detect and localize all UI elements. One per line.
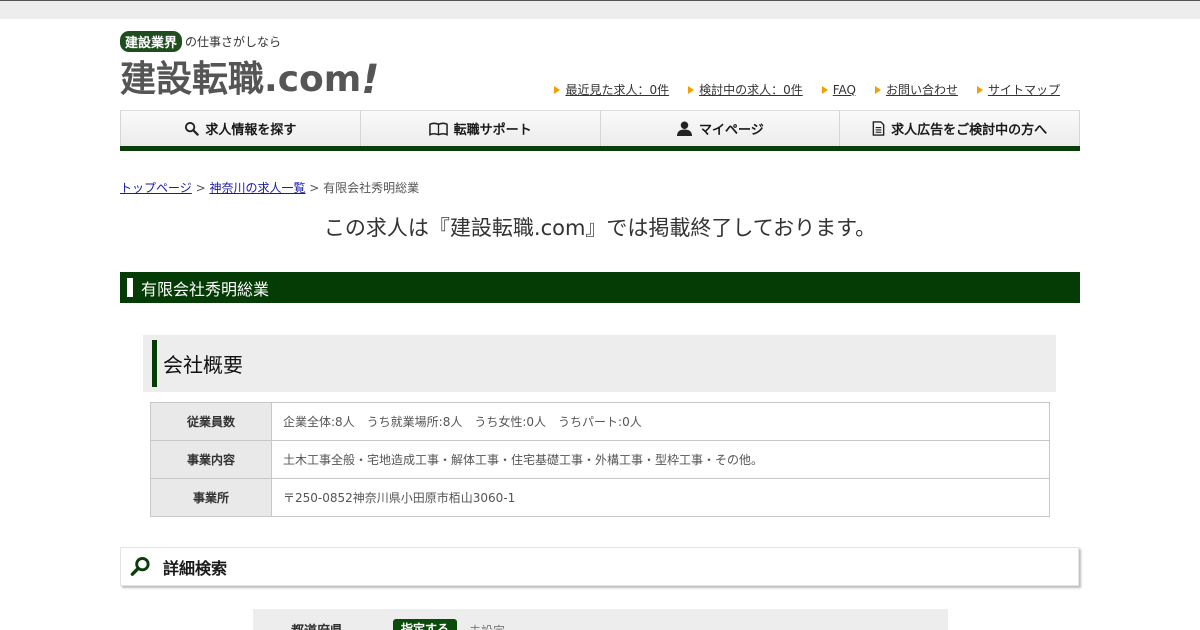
company-name: 有限会社秀明総業 xyxy=(141,279,270,299)
search-icon xyxy=(130,556,150,576)
row-label: 従業員数 xyxy=(150,402,272,441)
document-icon xyxy=(872,121,885,136)
prefecture-value: 未設定 xyxy=(469,622,505,630)
nav-mypage[interactable]: マイページ xyxy=(600,111,841,146)
specify-prefecture-button[interactable]: 指定する xyxy=(393,619,458,630)
row-value: 〒250-0852神奈川県小田原市栢山3060-1 xyxy=(271,478,1050,517)
prefecture-label: 都道府県 xyxy=(291,620,343,630)
breadcrumb-separator: > xyxy=(305,181,324,195)
utility-links: 最近見た求人：0件 検討中の求人：0件 FAQ お問い合わせ サイトマップ xyxy=(554,81,1060,98)
logo-main-text: 建設転職 xyxy=(120,59,265,100)
listing-ended-notice: この求人は『建設転職.com』では掲載終了しております。 xyxy=(323,216,877,240)
table-row: 従業員数 企業全体:8人 うち就業場所:8人 うち女性:0人 うちパート:0人 xyxy=(150,402,1050,441)
prefecture-filter: 都道府県 指定する 未設定 xyxy=(253,609,948,630)
tagline-text: の仕事さがしなら xyxy=(185,34,282,49)
book-icon xyxy=(428,122,448,136)
faq-link[interactable]: FAQ xyxy=(821,81,856,98)
row-label: 事業所 xyxy=(150,478,272,517)
global-nav: 求人情報を探す 転職サポート マイページ 求人広告をご検討中の方へ xyxy=(120,110,1080,151)
heading-accent-mark xyxy=(152,340,157,387)
arrow-icon xyxy=(821,85,828,94)
browser-top-strip xyxy=(0,0,1200,19)
sitemap-link[interactable]: サイトマップ xyxy=(976,81,1060,98)
recent-jobs-link[interactable]: 最近見た求人：0件 xyxy=(554,81,669,98)
breadcrumb-region-link[interactable]: 神奈川の求人一覧 xyxy=(209,181,305,195)
saved-jobs-label: 検討中の求人：0件 xyxy=(699,83,803,97)
breadcrumb-separator: > xyxy=(191,181,210,195)
nav-career-support[interactable]: 転職サポート xyxy=(360,111,601,146)
nav-mypage-label: マイページ xyxy=(699,123,764,138)
site-logo[interactable]: 建設転職 .com ! xyxy=(120,56,380,103)
contact-link[interactable]: お問い合わせ xyxy=(874,81,958,98)
nav-advertisers[interactable]: 求人広告をご検討中の方へ xyxy=(840,111,1080,146)
logo-exclamation: ! xyxy=(361,57,380,103)
logo-domain-text: .com xyxy=(264,59,362,100)
contact-label: お問い合わせ xyxy=(885,83,958,97)
overview-title: 会社概要 xyxy=(163,353,243,377)
recent-jobs-label: 最近見た求人：0件 xyxy=(565,83,670,97)
tagline-badge: 建設業界 xyxy=(120,30,183,52)
arrow-icon xyxy=(688,85,695,94)
arrow-icon xyxy=(976,85,983,94)
user-icon xyxy=(677,121,692,136)
faq-label: FAQ xyxy=(832,82,856,97)
nav-job-search[interactable]: 求人情報を探す xyxy=(120,111,361,146)
detailed-search-heading: 詳細検索 xyxy=(120,547,1079,586)
title-accent-mark xyxy=(127,278,133,297)
table-row: 事業内容 土木工事全般・宅地造成工事・解体工事・住宅基礎工事・外構工事・型枠工事… xyxy=(150,440,1050,479)
sitemap-label: サイトマップ xyxy=(987,83,1060,97)
site-tagline: 建設業界 の仕事さがしなら xyxy=(120,30,282,52)
row-value: 企業全体:8人 うち就業場所:8人 うち女性:0人 うちパート:0人 xyxy=(271,402,1050,441)
saved-jobs-link[interactable]: 検討中の求人：0件 xyxy=(688,81,803,98)
arrow-icon xyxy=(554,85,561,94)
table-row: 事業所 〒250-0852神奈川県小田原市栢山3060-1 xyxy=(150,478,1050,517)
nav-job-search-label: 求人情報を探す xyxy=(205,123,297,138)
search-icon xyxy=(185,121,200,136)
detailed-search-title: 詳細検索 xyxy=(163,558,228,578)
breadcrumb-current: 有限会社秀明総業 xyxy=(323,181,420,195)
breadcrumb-home-link[interactable]: トップページ xyxy=(120,181,192,195)
row-label: 事業内容 xyxy=(150,440,272,479)
nav-career-support-label: 転職サポート xyxy=(453,123,532,138)
arrow-icon xyxy=(874,85,881,94)
company-overview-table: 従業員数 企業全体:8人 うち就業場所:8人 うち女性:0人 うちパート:0人 … xyxy=(150,402,1050,517)
nav-advertisers-label: 求人広告をご検討中の方へ xyxy=(891,123,1048,138)
row-value: 土木工事全般・宅地造成工事・解体工事・住宅基礎工事・外構工事・型枠工事・その他。 xyxy=(271,440,1050,479)
breadcrumb: トップページ > 神奈川の求人一覧 > 有限会社秀明総業 xyxy=(120,179,419,196)
overview-section-heading: 会社概要 xyxy=(143,335,1056,392)
company-title-bar: 有限会社秀明総業 xyxy=(120,272,1080,303)
